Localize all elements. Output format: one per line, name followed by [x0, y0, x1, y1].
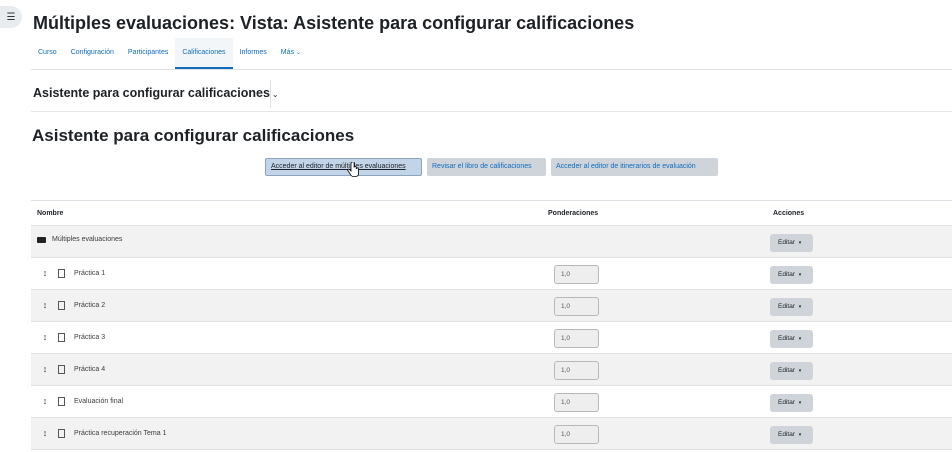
tab-participants[interactable]: Participantes [121, 38, 175, 69]
chevron-down-icon: ▾ [798, 336, 802, 342]
header-weights: Ponderaciones [548, 210, 599, 217]
move-icon[interactable]: ↕ [38, 300, 52, 310]
header-name: Nombre [37, 210, 64, 217]
file-icon [58, 268, 65, 278]
table-row: ↕ Evaluación final 1,0 Editar ▾ [31, 386, 952, 418]
move-icon[interactable]: ↕ [38, 428, 52, 438]
table-row: ↕ Práctica 1 1,0 Editar ▾ [31, 258, 952, 290]
tab-settings[interactable]: Configuración [64, 38, 121, 69]
page-title: Múltiples evaluaciones: Vista: Asistente… [33, 13, 635, 33]
chevron-down-icon: ⌄ [295, 50, 301, 56]
page-selector-dropdown[interactable]: Asistente para configurar calificaciones… [33, 86, 279, 100]
weight-input[interactable]: 1,0 [554, 425, 599, 444]
chevron-down-icon: ▾ [798, 240, 802, 246]
secondary-navigation: Curso Configuración Participantes Califi… [31, 38, 952, 70]
chevron-down-icon: ▾ [798, 304, 802, 310]
item-name: Práctica recuperación Tema 1 [74, 429, 167, 437]
table-row: ↕ Práctica recuperación Tema 1 1,0 Edita… [31, 418, 952, 450]
edit-menu-button[interactable]: Editar ▾ [770, 362, 813, 380]
table-header: Nombre Ponderaciones Acciones [31, 200, 952, 226]
chevron-down-icon: ▾ [798, 272, 802, 278]
edit-menu-button[interactable]: Editar ▾ [770, 426, 813, 444]
folder-icon [37, 236, 46, 243]
move-icon[interactable]: ↕ [38, 332, 52, 342]
action-buttons: Acceder al editor de múltiples evaluacio… [265, 158, 718, 176]
grades-table: Nombre Ponderaciones Acciones Múltiples … [31, 200, 952, 450]
divider [270, 80, 271, 108]
table-row: ↕ Práctica 4 1,0 Editar ▾ [31, 354, 952, 386]
tab-more-label: Más [280, 49, 295, 56]
multi-assessment-editor-button[interactable]: Acceder al editor de múltiples evaluacio… [265, 158, 422, 176]
item-name: Práctica 4 [74, 365, 106, 373]
edit-label: Editar [778, 335, 795, 342]
edit-menu-button[interactable]: Editar ▾ [770, 330, 813, 348]
chevron-down-icon: ▾ [798, 368, 802, 374]
move-icon[interactable]: ↕ [38, 364, 52, 374]
move-icon[interactable]: ↕ [38, 268, 52, 278]
header-actions: Acciones [773, 210, 805, 217]
weight-input[interactable]: 1,0 [554, 361, 599, 380]
tab-reports[interactable]: Informes [233, 38, 274, 69]
page-selector-label: Asistente para configurar calificaciones [33, 86, 270, 100]
file-icon [58, 428, 65, 438]
weight-input[interactable]: 1,0 [554, 393, 599, 412]
weight-input[interactable]: 1,0 [554, 329, 599, 348]
file-icon [58, 396, 65, 406]
edit-menu-button[interactable]: Editar ▾ [770, 394, 813, 412]
chevron-down-icon: ▾ [798, 432, 802, 438]
item-name: Práctica 1 [74, 269, 106, 277]
edit-menu-button[interactable]: Editar ▾ [770, 234, 813, 252]
tertiary-navigation: Asistente para configurar calificaciones… [31, 80, 952, 112]
edit-menu-button[interactable]: Editar ▾ [770, 266, 813, 284]
item-name: Práctica 2 [74, 301, 106, 309]
table-row: ↕ Práctica 3 1,0 Editar ▾ [31, 322, 952, 354]
move-icon[interactable]: ↕ [38, 396, 52, 406]
chevron-down-icon: ▾ [798, 400, 802, 406]
edit-label: Editar [778, 271, 795, 278]
category-name: Múltiples evaluaciones [52, 236, 123, 243]
file-icon [58, 332, 65, 342]
item-name: Evaluación final [74, 397, 124, 405]
edit-label: Editar [778, 367, 795, 374]
edit-label: Editar [778, 239, 795, 246]
edit-label: Editar [778, 431, 795, 438]
tab-grades[interactable]: Calificaciones [175, 38, 233, 69]
list-icon: ☰ [6, 11, 16, 23]
edit-label: Editar [778, 303, 795, 310]
hand-cursor-icon [347, 162, 359, 177]
itinerary-editor-button[interactable]: Acceder al editor de itinerarios de eval… [551, 158, 718, 176]
tab-course[interactable]: Curso [31, 38, 64, 69]
edit-label: Editar [778, 399, 795, 406]
section-title: Asistente para configurar calificaciones [32, 126, 355, 145]
file-icon [58, 300, 65, 310]
weight-input[interactable]: 1,0 [554, 297, 599, 316]
category-row: Múltiples evaluaciones Editar ▾ [31, 226, 952, 258]
weight-input[interactable]: 1,0 [554, 265, 599, 284]
item-name: Práctica 3 [74, 333, 106, 341]
review-gradebook-button[interactable]: Revisar el libro de calificaciones [427, 158, 546, 176]
drawer-toggle-button[interactable]: ☰ [0, 6, 22, 28]
file-icon [58, 364, 65, 374]
table-row: ↕ Práctica 2 1,0 Editar ▾ [31, 290, 952, 322]
chevron-down-icon: ⌄ [271, 90, 279, 99]
edit-menu-button[interactable]: Editar ▾ [770, 298, 813, 316]
tab-more[interactable]: Más ⌄ [274, 38, 308, 69]
